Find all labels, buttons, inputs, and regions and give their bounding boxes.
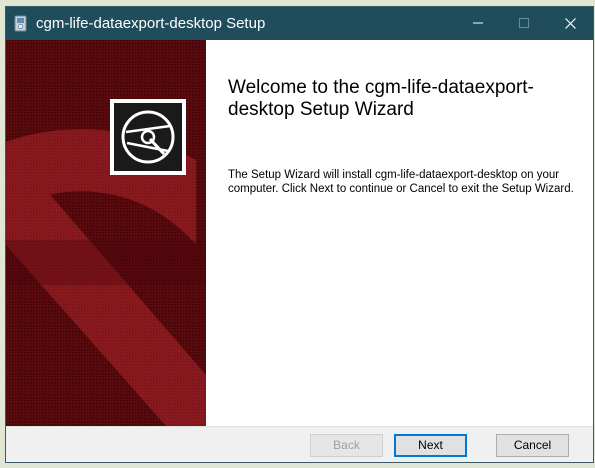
title-bar[interactable]: cgm-life-dataexport-desktop Setup bbox=[6, 7, 593, 40]
disc-icon bbox=[110, 99, 186, 175]
close-button[interactable] bbox=[547, 7, 593, 40]
wizard-description: The Setup Wizard will install cgm-life-d… bbox=[228, 169, 574, 195]
close-icon bbox=[564, 18, 576, 29]
window-title: cgm-life-dataexport-desktop Setup bbox=[36, 15, 266, 32]
maximize-icon bbox=[519, 18, 529, 28]
button-bar: Back Next Cancel bbox=[6, 426, 593, 462]
cancel-button[interactable]: Cancel bbox=[496, 434, 569, 457]
minimize-icon bbox=[473, 22, 483, 24]
wizard-content: Welcome to the cgm-life-dataexport-deskt… bbox=[206, 40, 593, 426]
next-button[interactable]: Next bbox=[394, 434, 467, 457]
banner-graphic bbox=[6, 40, 206, 426]
product-logo bbox=[110, 99, 186, 175]
back-button[interactable]: Back bbox=[310, 434, 383, 457]
setup-wizard-window: cgm-life-dataexport-desktop Setup Welcom… bbox=[5, 6, 594, 463]
wizard-side-banner bbox=[6, 40, 206, 426]
minimize-button[interactable] bbox=[455, 7, 501, 40]
maximize-button bbox=[501, 7, 547, 40]
wizard-title: Welcome to the cgm-life-dataexport-deskt… bbox=[228, 77, 534, 120]
installer-icon bbox=[13, 15, 29, 32]
